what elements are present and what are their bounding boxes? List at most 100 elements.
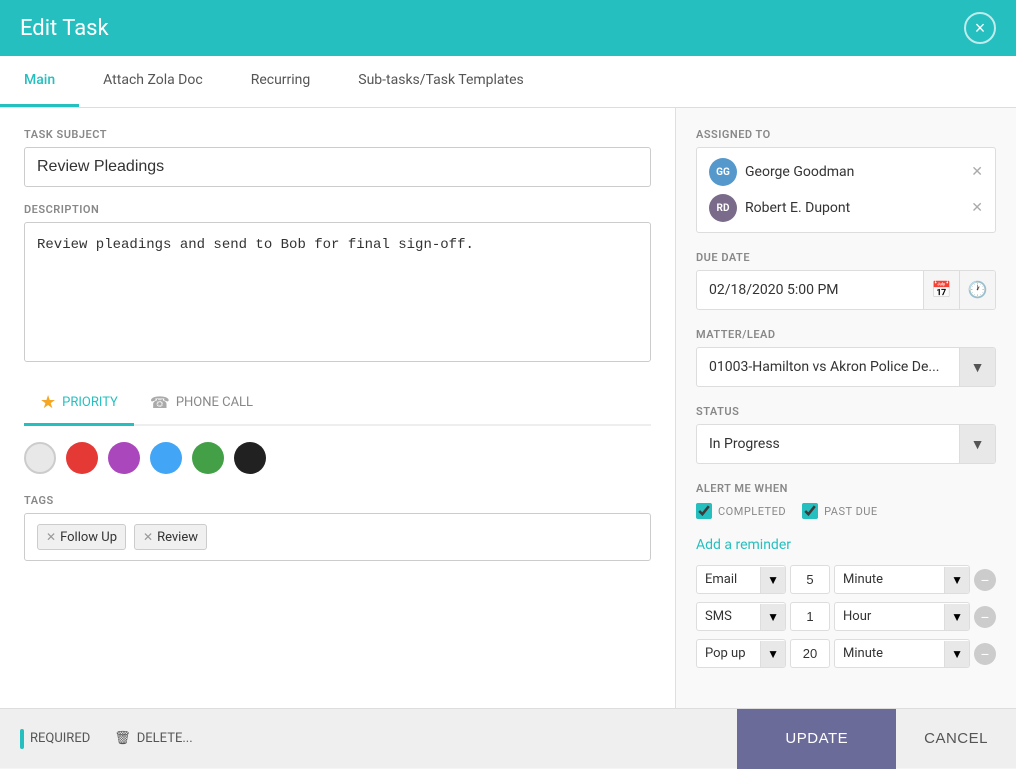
avatar-gg: GG	[709, 158, 737, 186]
assignee-row-gg: GG George Goodman ✕	[709, 158, 983, 186]
edit-task-modal: Edit Task × Main Attach Zola Doc Recurri…	[0, 0, 1016, 768]
reminder-unit-popup-arrow[interactable]: ▼	[944, 641, 969, 667]
reminder-row-popup: Pop up ▼ Minute ▼ −	[696, 639, 996, 668]
matter-lead-label: MATTER/LEAD	[696, 328, 996, 341]
task-subject-input[interactable]	[24, 147, 651, 187]
sub-tab-phone[interactable]: ☎ PHONE CALL	[134, 382, 269, 426]
assigned-box: GG George Goodman ✕ RD Robert E. Dupont …	[696, 147, 996, 233]
tab-attach[interactable]: Attach Zola Doc	[79, 56, 227, 107]
tags-section: TAGS ✕ Follow Up ✕ Review	[24, 494, 651, 561]
alert-past-due-item[interactable]: PAST DUE	[802, 503, 878, 519]
cancel-button[interactable]: CANCEL	[896, 709, 1016, 769]
color-red[interactable]	[66, 442, 98, 474]
alert-completed-label: COMPLETED	[718, 505, 786, 518]
remove-reminder-email[interactable]: −	[974, 569, 996, 591]
reminder-unit-popup-label: Minute	[835, 640, 944, 667]
status-select[interactable]: In Progress ▼	[696, 424, 996, 464]
required-bar	[20, 729, 24, 749]
reminder-unit-popup[interactable]: Minute ▼	[834, 639, 970, 668]
description-textarea[interactable]: Review pleadings and send to Bob for fin…	[24, 222, 651, 362]
alert-field: ALERT ME WHEN COMPLETED PAST DUE	[696, 482, 996, 519]
avatar-initials-rd: RD	[717, 203, 730, 214]
reminder-type-email-arrow[interactable]: ▼	[760, 567, 785, 593]
matter-lead-dropdown[interactable]: ▼	[959, 348, 995, 386]
description-label: DESCRIPTION	[24, 203, 651, 216]
reminder-type-sms[interactable]: SMS ▼	[696, 602, 786, 631]
reminder-popup-num[interactable]	[790, 639, 830, 668]
phone-icon: ☎	[150, 393, 170, 412]
color-purple[interactable]	[108, 442, 140, 474]
matter-lead-select[interactable]: 01003-Hamilton vs Akron Police De... ▼	[696, 347, 996, 387]
reminder-type-sms-label: SMS	[697, 603, 760, 630]
tab-main[interactable]: Main	[0, 56, 79, 107]
color-picker	[24, 442, 651, 474]
alert-past-due-checkbox[interactable]	[802, 503, 818, 519]
remove-reminder-sms[interactable]: −	[974, 606, 996, 628]
update-button[interactable]: UPDATE	[737, 709, 896, 769]
modal-header: Edit Task ×	[0, 0, 1016, 56]
remove-reminder-popup[interactable]: −	[974, 643, 996, 665]
modal-footer: REQUIRED 🗑 DELETE... UPDATE CANCEL	[0, 708, 1016, 768]
tag-followup: ✕ Follow Up	[37, 524, 126, 550]
color-white[interactable]	[24, 442, 56, 474]
reminder-unit-email-arrow[interactable]: ▼	[944, 567, 969, 593]
right-panel: ASSIGNED TO GG George Goodman ✕ RD Rober…	[676, 108, 1016, 708]
color-blue[interactable]	[150, 442, 182, 474]
remove-assignee-gg[interactable]: ✕	[971, 164, 983, 180]
reminder-sms-num[interactable]	[790, 602, 830, 631]
calendar-button[interactable]: 📅	[923, 271, 959, 309]
reminder-email-num[interactable]	[790, 565, 830, 594]
color-green[interactable]	[192, 442, 224, 474]
delete-text: DELETE...	[137, 731, 193, 746]
reminder-type-email[interactable]: Email ▼	[696, 565, 786, 594]
status-field: STATUS In Progress ▼	[696, 405, 996, 464]
reminder-type-email-label: Email	[697, 566, 760, 593]
tag-review-remove[interactable]: ✕	[143, 530, 153, 544]
alert-completed-checkbox[interactable]	[696, 503, 712, 519]
tags-container[interactable]: ✕ Follow Up ✕ Review	[24, 513, 651, 561]
alert-row: COMPLETED PAST DUE	[696, 503, 996, 519]
status-dropdown[interactable]: ▼	[959, 425, 995, 463]
add-reminder-link[interactable]: Add a reminder	[696, 537, 996, 553]
color-black[interactable]	[234, 442, 266, 474]
reminder-unit-sms-label: Hour	[835, 603, 944, 630]
star-icon: ★	[40, 392, 56, 413]
tag-followup-label: Follow Up	[60, 530, 117, 545]
reminder-unit-email-label: Minute	[835, 566, 944, 593]
trash-icon: 🗑	[114, 731, 131, 746]
tag-followup-remove[interactable]: ✕	[46, 530, 56, 544]
reminder-unit-sms-arrow[interactable]: ▼	[944, 604, 969, 630]
reminder-type-popup-arrow[interactable]: ▼	[760, 641, 785, 667]
close-button[interactable]: ×	[964, 12, 996, 44]
tag-review-label: Review	[157, 530, 198, 545]
matter-lead-field: MATTER/LEAD 01003-Hamilton vs Akron Poli…	[696, 328, 996, 387]
tags-label: TAGS	[24, 494, 651, 507]
reminder-row-sms: SMS ▼ Hour ▼ −	[696, 602, 996, 631]
reminder-type-sms-arrow[interactable]: ▼	[760, 604, 785, 630]
footer-left: REQUIRED 🗑 DELETE...	[20, 729, 193, 749]
alert-past-due-label: PAST DUE	[824, 505, 878, 518]
status-value: In Progress	[697, 426, 959, 462]
left-panel: TASK SUBJECT DESCRIPTION Review pleading…	[0, 108, 676, 708]
assigned-to-label: ASSIGNED TO	[696, 128, 996, 141]
tab-subtasks[interactable]: Sub-tasks/Task Templates	[334, 56, 547, 107]
tab-recurring[interactable]: Recurring	[227, 56, 335, 107]
alert-completed-item[interactable]: COMPLETED	[696, 503, 786, 519]
modal-body: TASK SUBJECT DESCRIPTION Review pleading…	[0, 108, 1016, 708]
remove-assignee-rd[interactable]: ✕	[971, 200, 983, 216]
sub-tab-priority[interactable]: ★ PRIORITY	[24, 382, 134, 426]
matter-lead-value: 01003-Hamilton vs Akron Police De...	[697, 349, 959, 385]
assignee-name-gg: George Goodman	[745, 164, 963, 180]
delete-button[interactable]: 🗑 DELETE...	[114, 731, 192, 746]
avatar-rd: RD	[709, 194, 737, 222]
status-label: STATUS	[696, 405, 996, 418]
due-date-value[interactable]: 02/18/2020 5:00 PM	[697, 272, 923, 308]
reminder-unit-sms[interactable]: Hour ▼	[834, 602, 970, 631]
reminder-type-popup[interactable]: Pop up ▼	[696, 639, 786, 668]
tab-bar: Main Attach Zola Doc Recurring Sub-tasks…	[0, 56, 1016, 108]
reminder-unit-email[interactable]: Minute ▼	[834, 565, 970, 594]
avatar-initials-gg: GG	[716, 167, 730, 178]
clock-button[interactable]: 🕐	[959, 271, 995, 309]
due-date-field: DUE DATE 02/18/2020 5:00 PM 📅 🕐	[696, 251, 996, 310]
due-date-label: DUE DATE	[696, 251, 996, 264]
